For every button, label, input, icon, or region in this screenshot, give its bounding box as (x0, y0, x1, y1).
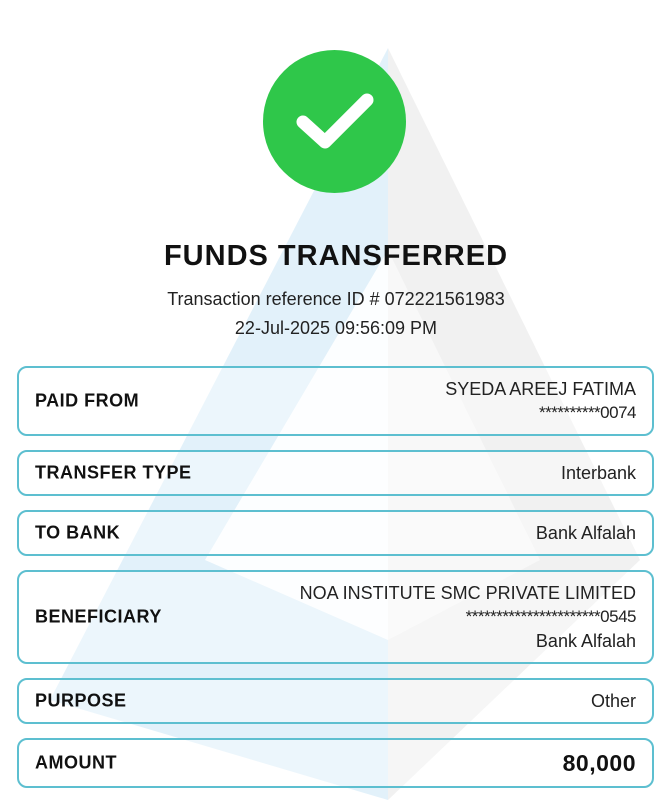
detail-label: PAID FROM (35, 390, 140, 411)
success-badge (263, 50, 406, 193)
page-title: FUNDS TRANSFERRED (163, 240, 509, 272)
detail-label: TO BANK (35, 522, 121, 543)
detail-value: SYEDA AREEJ FATIMA **********0074 (445, 377, 636, 425)
detail-label: TRANSFER TYPE (35, 462, 192, 483)
payer-account: **********0074 (539, 403, 636, 422)
detail-row-paid-from: PAID FROM SYEDA AREEJ FATIMA **********0… (17, 366, 654, 436)
to-bank-value: Bank Alfalah (535, 523, 636, 543)
transaction-datetime: 22-Jul-2025 09:56:09 PM (234, 318, 438, 338)
detail-row-transfer-type: TRANSFER TYPE Interbank (17, 450, 654, 496)
transfer-type-value: Interbank (560, 463, 636, 483)
transaction-reference: Transaction reference ID # 072221561983 (167, 289, 505, 309)
beneficiary-name: NOA INSTITUTE SMC PRIVATE LIMITED (299, 583, 636, 603)
detail-label: BENEFICIARY (35, 606, 162, 627)
purpose-value: Other (590, 691, 636, 711)
amount-value: 80,000 (562, 750, 636, 776)
beneficiary-account: **********************0545 (465, 607, 637, 626)
detail-label: PURPOSE (35, 690, 127, 711)
payer-name: SYEDA AREEJ FATIMA (445, 379, 636, 399)
detail-row-purpose: PURPOSE Other (17, 678, 654, 724)
detail-row-amount: AMOUNT 80,000 (17, 738, 654, 788)
detail-row-beneficiary: BENEFICIARY NOA INSTITUTE SMC PRIVATE LI… (17, 570, 654, 664)
beneficiary-bank: Bank Alfalah (535, 631, 636, 651)
checkmark-icon (296, 93, 373, 148)
detail-label: AMOUNT (35, 752, 117, 773)
detail-row-to-bank: TO BANK Bank Alfalah (17, 510, 654, 556)
detail-value: NOA INSTITUTE SMC PRIVATE LIMITED ******… (299, 581, 637, 653)
